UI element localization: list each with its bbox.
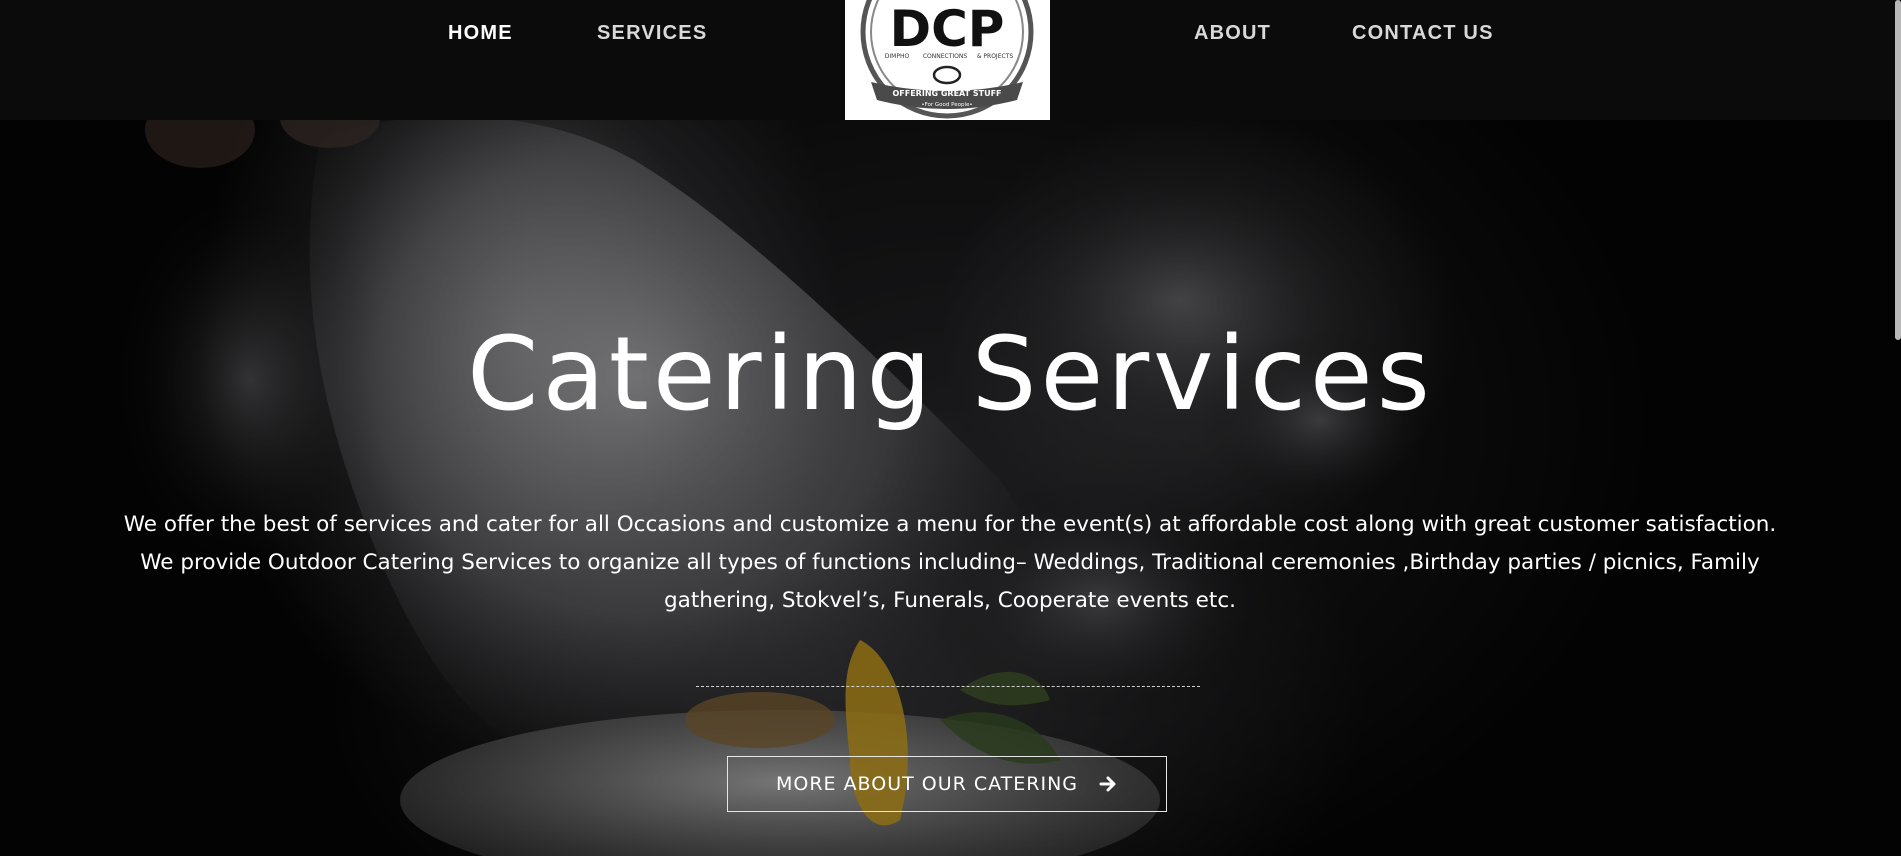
nav-services[interactable]: SERVICES [597,22,707,45]
hero-title: Catering Services [467,315,1434,434]
cta-label: MORE ABOUT OUR CATERING [775,773,1079,795]
logo-sub-label-3: & PROJECTS [977,53,1014,60]
logo-letters: DCP [890,0,1005,58]
dcp-logo-icon: DCP DIMPHO CONNECTIONS & PROJECTS OFFERI… [860,0,1034,119]
logo-banner: OFFERING GREAT STUFF [892,89,1001,98]
nav-about[interactable]: ABOUT [1194,22,1271,45]
page: HOME SERVICES ABOUT CONTACT US DCP DIMPH… [0,0,1901,856]
logo-tagline: •For Good People• [921,102,972,108]
site-logo[interactable]: DCP DIMPHO CONNECTIONS & PROJECTS OFFERI… [845,0,1050,120]
logo-sub-label-1: DIMPHO [885,53,910,60]
nav-contact-us[interactable]: CONTACT US [1352,22,1494,45]
nav-home[interactable]: HOME [448,22,513,45]
arrow-right-icon [1098,774,1118,794]
dashed-divider [696,686,1200,687]
logo-sub-label-2: CONNECTIONS [923,53,968,60]
hero-description: We offer the best of services and cater … [123,512,1777,613]
more-about-catering-button[interactable]: MORE ABOUT OUR CATERING [727,756,1167,812]
top-navbar: HOME SERVICES ABOUT CONTACT US DCP DIMPH… [0,0,1901,120]
scrollbar-thumb[interactable] [1895,0,1901,340]
